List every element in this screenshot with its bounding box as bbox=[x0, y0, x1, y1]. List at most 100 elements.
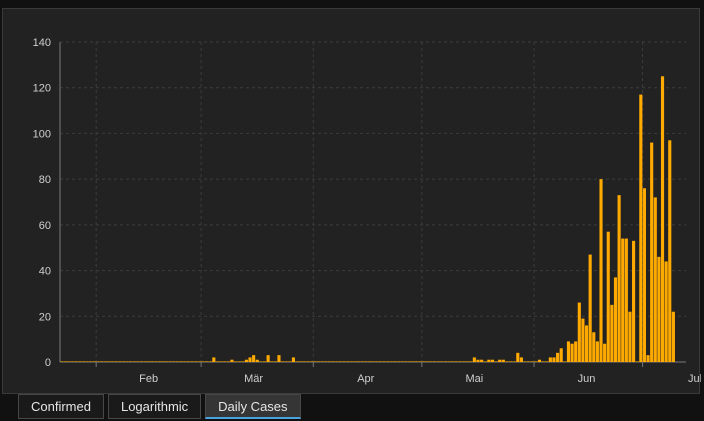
bar bbox=[299, 361, 303, 362]
bar bbox=[266, 355, 270, 362]
bar bbox=[389, 361, 393, 362]
bar bbox=[490, 359, 495, 362]
bar bbox=[284, 361, 288, 362]
bar bbox=[595, 341, 599, 362]
bar bbox=[331, 361, 335, 362]
bar bbox=[447, 361, 451, 362]
bar bbox=[396, 361, 400, 362]
bars bbox=[60, 76, 675, 363]
tab-confirmed[interactable]: Confirmed bbox=[18, 394, 104, 419]
bar bbox=[248, 357, 252, 362]
y-tick-label: 120 bbox=[33, 83, 51, 95]
bar bbox=[581, 318, 585, 362]
bar bbox=[176, 361, 180, 362]
bar bbox=[516, 352, 520, 362]
bar bbox=[469, 361, 473, 362]
bar bbox=[425, 361, 429, 362]
bar bbox=[107, 361, 111, 362]
bar bbox=[566, 341, 571, 362]
bar bbox=[110, 361, 115, 362]
bar bbox=[306, 361, 310, 362]
bar bbox=[320, 361, 324, 362]
bar bbox=[364, 361, 368, 362]
bar bbox=[642, 188, 646, 362]
bar bbox=[295, 361, 299, 362]
bar bbox=[418, 361, 422, 362]
bar bbox=[317, 361, 321, 362]
bar bbox=[82, 361, 86, 362]
bar bbox=[270, 361, 274, 362]
x-tick-label: Jun bbox=[578, 373, 596, 385]
y-tick-label: 80 bbox=[39, 174, 51, 186]
bar bbox=[472, 357, 476, 362]
bar bbox=[244, 359, 248, 362]
bar bbox=[552, 357, 556, 362]
bar bbox=[537, 359, 542, 362]
bar bbox=[281, 361, 285, 362]
bar bbox=[63, 361, 68, 362]
bar bbox=[548, 357, 552, 362]
bar bbox=[660, 76, 665, 363]
bar bbox=[288, 361, 292, 362]
bar bbox=[501, 359, 505, 362]
bar bbox=[624, 238, 628, 362]
bar bbox=[429, 361, 433, 362]
bar bbox=[208, 361, 212, 362]
bar bbox=[165, 361, 169, 362]
bar bbox=[527, 361, 531, 362]
bar bbox=[603, 343, 607, 362]
bar bbox=[570, 343, 574, 362]
bar bbox=[118, 361, 122, 362]
bar bbox=[96, 361, 100, 362]
bar bbox=[436, 361, 440, 362]
bar bbox=[476, 359, 480, 362]
y-tick-label: 20 bbox=[39, 311, 51, 323]
bar bbox=[226, 361, 230, 362]
bar bbox=[129, 361, 133, 362]
bar bbox=[277, 355, 281, 362]
bar bbox=[454, 361, 458, 362]
bar bbox=[574, 341, 578, 362]
bar bbox=[375, 361, 379, 362]
bar bbox=[150, 361, 154, 362]
bar bbox=[309, 361, 314, 362]
bar bbox=[183, 361, 187, 362]
bar bbox=[255, 359, 259, 362]
bar bbox=[328, 361, 332, 362]
axes bbox=[59, 42, 686, 367]
bar bbox=[443, 361, 447, 362]
bar bbox=[168, 361, 172, 362]
bar bbox=[342, 361, 346, 362]
bar bbox=[201, 361, 205, 362]
bar bbox=[324, 361, 328, 362]
bar bbox=[121, 361, 125, 362]
x-tick-label: Mär bbox=[244, 373, 263, 385]
bar bbox=[161, 361, 165, 362]
bar bbox=[346, 361, 350, 362]
tab-logarithmic[interactable]: Logarithmic bbox=[107, 394, 202, 419]
bar bbox=[563, 361, 567, 362]
bar bbox=[422, 361, 426, 362]
bar bbox=[103, 361, 107, 362]
bar bbox=[197, 361, 201, 362]
bar bbox=[458, 361, 462, 362]
bar bbox=[393, 361, 397, 362]
bar bbox=[577, 302, 581, 362]
bar bbox=[233, 361, 238, 362]
bar bbox=[139, 361, 144, 362]
bar bbox=[621, 238, 625, 362]
bar bbox=[132, 361, 136, 362]
bar bbox=[179, 361, 183, 362]
x-tick-label: Mai bbox=[465, 373, 483, 385]
bar bbox=[147, 361, 151, 362]
bar bbox=[404, 361, 408, 362]
bar bbox=[154, 361, 158, 362]
x-tick-label: Jul bbox=[688, 373, 701, 385]
bar bbox=[635, 361, 639, 362]
bar bbox=[494, 361, 498, 362]
bar bbox=[382, 361, 386, 362]
grid bbox=[60, 41, 686, 362]
bar bbox=[136, 361, 140, 362]
bar bbox=[313, 361, 317, 362]
tab-daily-cases[interactable]: Daily Cases bbox=[205, 394, 301, 419]
